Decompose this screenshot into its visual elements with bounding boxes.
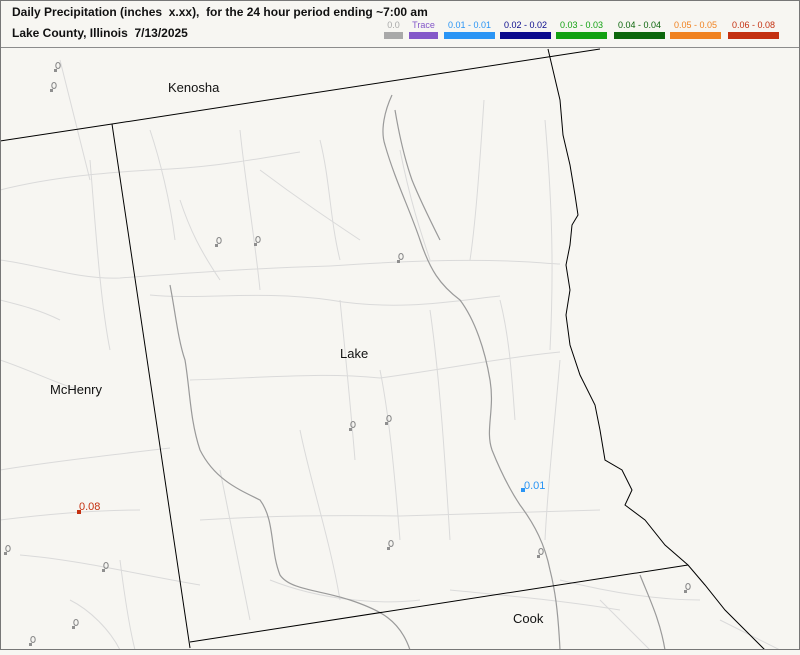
legend-swatch (500, 32, 551, 39)
map-title: Daily Precipitation (inches x.xx), for t… (12, 5, 428, 19)
rain-gauge-icon[interactable] (348, 421, 356, 433)
rain-gauge-icon[interactable] (536, 548, 544, 560)
legend-swatch (556, 32, 607, 39)
rain-gauge-icon[interactable] (101, 562, 109, 574)
county-boundaries (0, 48, 766, 651)
rain-gauge-icon[interactable] (71, 619, 79, 631)
map-header: Daily Precipitation (inches x.xx), for t… (0, 0, 800, 48)
rain-gauge-icon[interactable] (53, 62, 61, 74)
legend-label: 0.0 (387, 20, 400, 30)
rain-gauge-icon[interactable] (3, 545, 11, 557)
county-label-kenosha: Kenosha (168, 80, 220, 95)
rain-gauge-icon[interactable] (386, 540, 394, 552)
legend-swatch (409, 32, 438, 39)
map-canvas (0, 48, 781, 651)
map-subtitle: Lake County, Illinois 7/13/2025 (12, 26, 188, 40)
legend-label: 0.01 - 0.01 (447, 20, 492, 30)
county-label-mchenry: McHenry (50, 382, 103, 397)
rain-gauge-icon[interactable] (49, 82, 57, 94)
legend-label: 0.04 - 0.04 (617, 20, 662, 30)
minor-roads (0, 59, 781, 651)
legend-swatch (444, 32, 495, 39)
rain-gauge-icon[interactable] (384, 415, 392, 427)
legend-label: Trace (412, 20, 435, 30)
legend-swatch (728, 32, 779, 39)
precip-map: Kenosha Lake McHenry Cook 0.08 0.01 (0, 48, 800, 651)
legend-label: 0.03 - 0.03 (559, 20, 604, 30)
rain-gauge-icon[interactable] (253, 236, 261, 248)
rain-gauge-icon[interactable] (396, 253, 404, 265)
legend-label: 0.02 - 0.02 (503, 20, 548, 30)
legend-label: 0.06 - 0.08 (731, 20, 776, 30)
county-label-cook: Cook (513, 611, 544, 626)
legend-label: 0.05 - 0.05 (673, 20, 718, 30)
legend-swatch (384, 32, 403, 39)
station-value-mchenry: 0.08 (79, 501, 101, 513)
rain-gauge-icon[interactable] (214, 237, 222, 249)
legend-swatch (614, 32, 665, 39)
rain-gauge-icon[interactable] (683, 583, 691, 595)
station-value-lake: 0.01 (524, 480, 546, 492)
county-label-lake: Lake (340, 346, 369, 361)
legend-swatch (670, 32, 721, 39)
rain-gauge-icon[interactable] (28, 636, 36, 648)
precip-legend: 0.0 Trace 0.01 - 0.01 0.02 - 0.02 0.03 - 0.0… (384, 20, 796, 42)
